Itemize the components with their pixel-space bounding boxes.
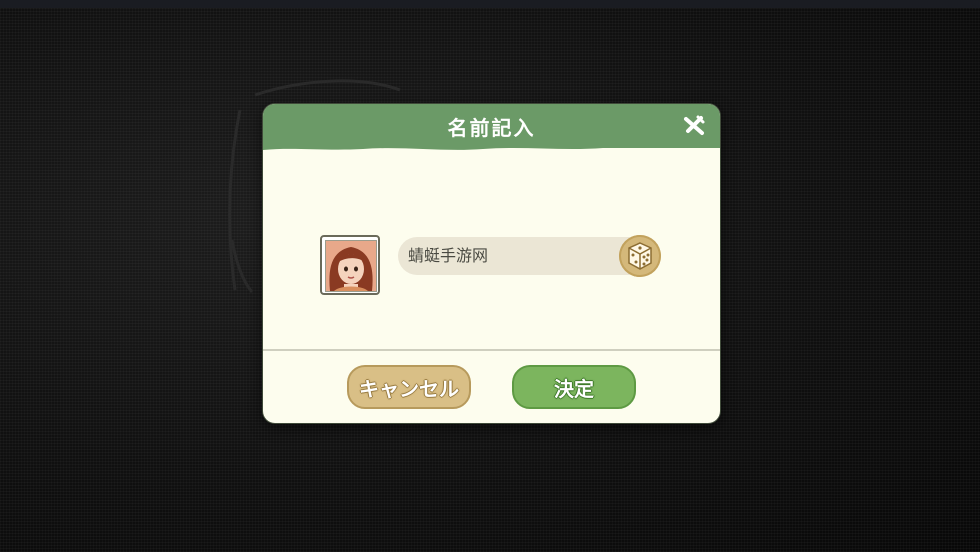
close-x-icon bbox=[684, 115, 705, 135]
girl-portrait-icon bbox=[326, 241, 376, 291]
avatar-portrait bbox=[325, 240, 377, 292]
close-button[interactable] bbox=[680, 112, 708, 140]
random-name-button[interactable] bbox=[619, 235, 661, 277]
header-wavy-edge bbox=[263, 142, 720, 150]
player-avatar[interactable] bbox=[320, 235, 380, 295]
dialog-title: 名前記入 bbox=[447, 116, 536, 140]
cancel-button[interactable]: キャンセル bbox=[347, 365, 471, 409]
dice-icon bbox=[628, 242, 652, 270]
name-entry-dialog: 名前記入 蜻蜓手游网 キャンセル 決定 bbox=[263, 104, 720, 423]
confirm-button[interactable]: 決定 bbox=[512, 365, 636, 409]
player-name-value: 蜻蜓手游网 bbox=[408, 246, 489, 265]
dialog-divider bbox=[263, 349, 720, 351]
